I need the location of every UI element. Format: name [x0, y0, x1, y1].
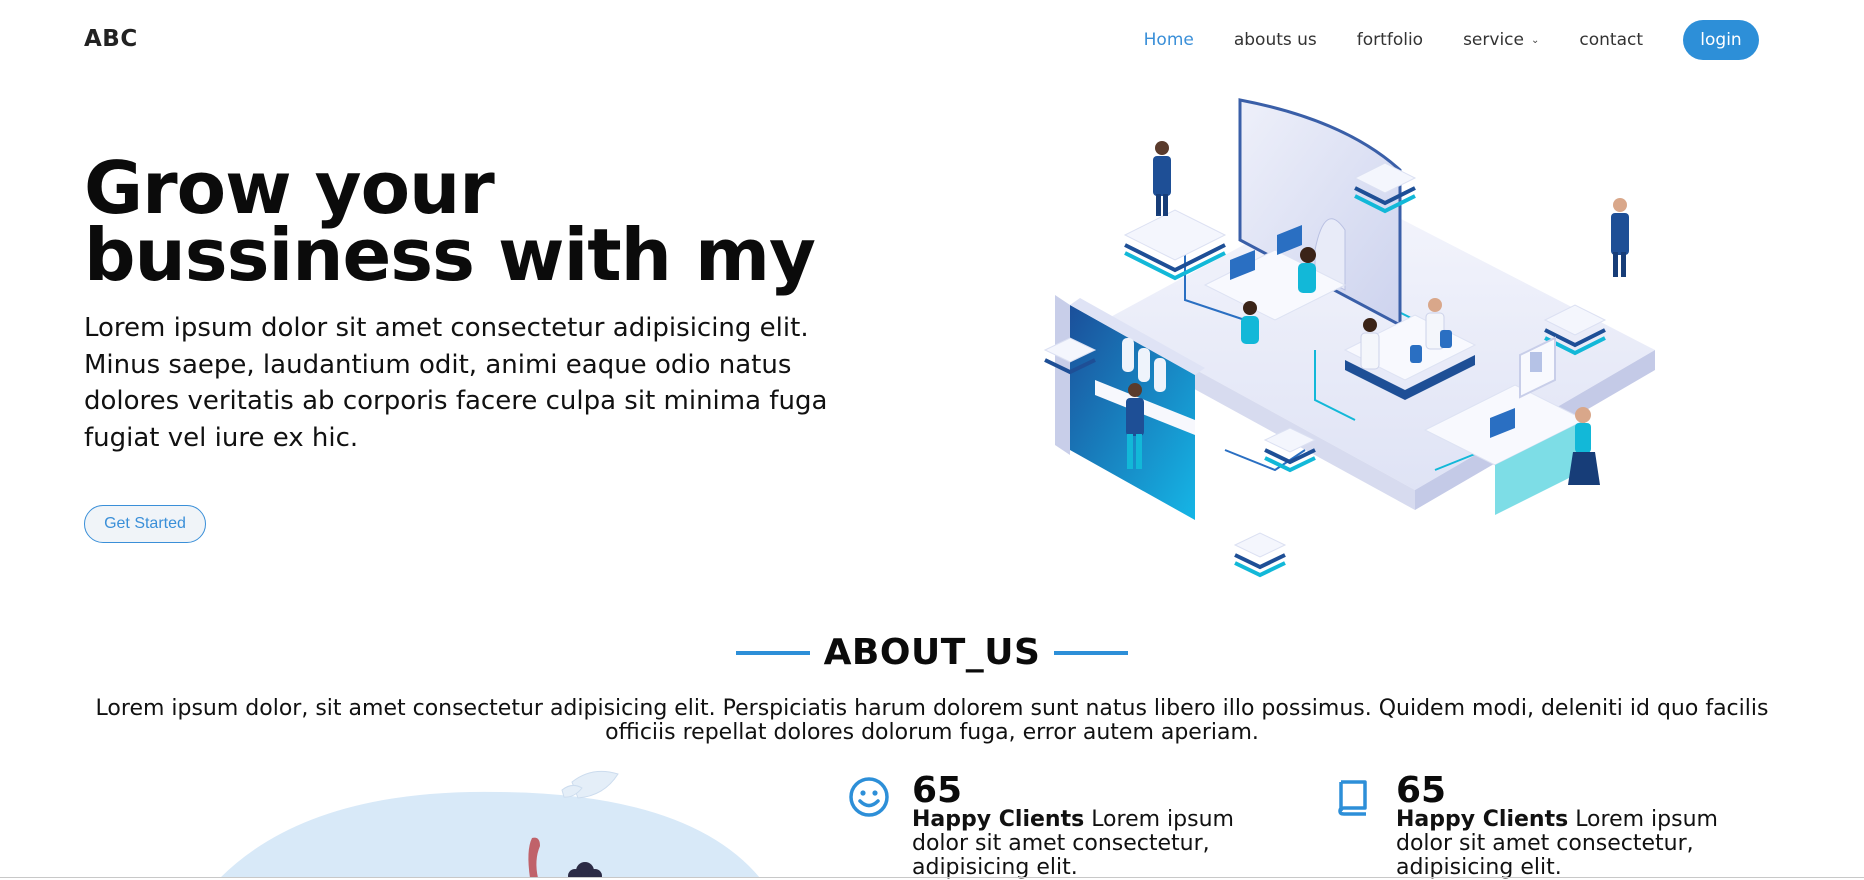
brand-logo[interactable]: ABC — [84, 26, 138, 52]
chevron-down-icon: ⌄ — [1530, 34, 1540, 46]
about-title: ABOUT_US — [823, 632, 1041, 673]
nav-home-link[interactable]: Home — [1144, 30, 1194, 50]
stat-number: 65 — [912, 770, 963, 811]
hero-title: Grow your bussiness with my — [84, 146, 816, 297]
nav-service-dropdown[interactable]: service ⌄ — [1463, 30, 1539, 50]
nav-portfolio-link[interactable]: fortfolio — [1357, 30, 1423, 50]
stat-description: Happy Clients Lorem ipsum dolor sit amet… — [1396, 808, 1776, 880]
nav-contact-link[interactable]: contact — [1579, 30, 1643, 50]
book-icon — [1338, 780, 1367, 816]
heading-divider-right — [1054, 650, 1129, 655]
about-illustration — [220, 770, 760, 878]
stat-description: Happy Clients Lorem ipsum dolor sit amet… — [912, 808, 1292, 880]
about-heading: ABOUT_US — [0, 632, 1864, 673]
login-button[interactable]: login — [1683, 20, 1759, 60]
about-description: Lorem ipsum dolor, sit amet consectetur … — [95, 696, 1769, 745]
hero-description: Lorem ipsum dolor sit amet consectetur a… — [84, 313, 828, 453]
hero-isometric-illustration — [1043, 98, 1655, 578]
nav-service-label: service — [1463, 30, 1524, 50]
stat-number: 65 — [1396, 770, 1447, 811]
nav-about-link[interactable]: abouts us — [1234, 30, 1317, 50]
heading-divider-left — [735, 650, 810, 655]
get-started-button[interactable]: Get Started — [84, 505, 206, 543]
smiley-icon — [849, 777, 889, 817]
main-nav: Home abouts us fortfolio service ⌄ conta… — [1104, 20, 1759, 60]
stat-label: Happy Clients — [1396, 807, 1569, 832]
stat-label: Happy Clients — [912, 807, 1085, 832]
